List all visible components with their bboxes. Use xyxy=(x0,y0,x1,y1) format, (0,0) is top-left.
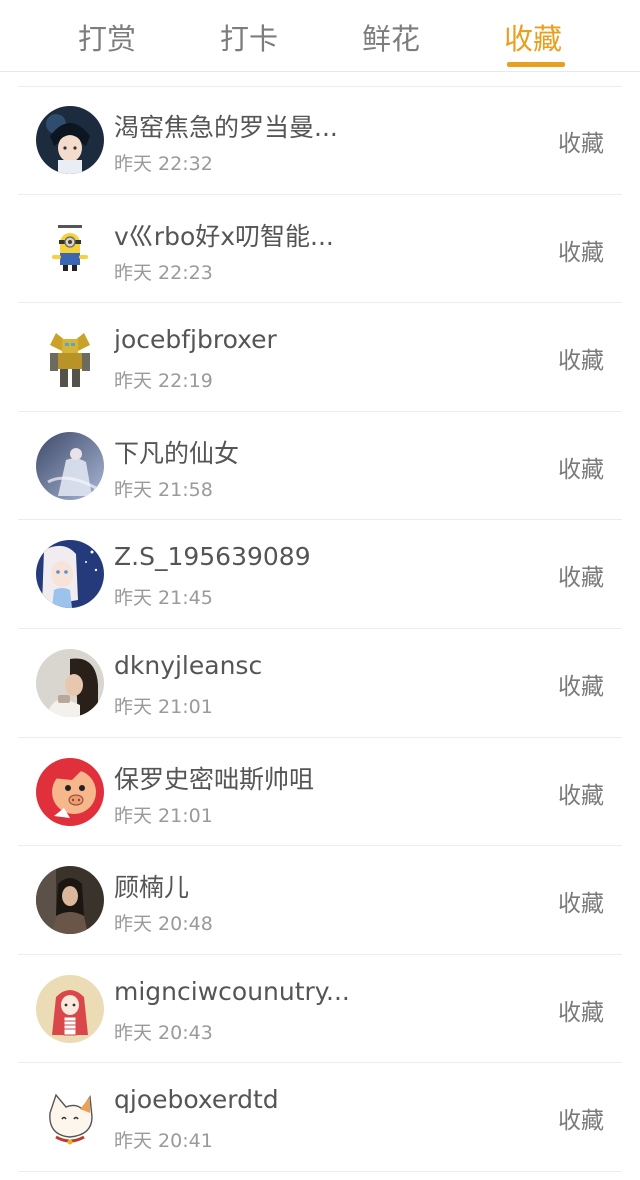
list-item[interactable]: Z.S_195639089 昨天 21:45 收藏 xyxy=(0,520,640,629)
list-item[interactable]: dknyjleansc 昨天 21:01 收藏 xyxy=(0,629,640,738)
tab-label: 鲜花 xyxy=(361,22,420,56)
user-name[interactable]: jocebfjbroxer xyxy=(114,325,374,354)
user-name[interactable]: v巛rbo好x叨智能... xyxy=(114,217,374,253)
avatar[interactable] xyxy=(36,866,104,935)
favorite-button[interactable]: 收藏 xyxy=(558,341,604,375)
timestamp: 昨天 21:45 xyxy=(114,587,213,610)
anime-boy-icon xyxy=(36,106,104,174)
timestamp: 昨天 22:19 xyxy=(114,370,213,393)
list-item[interactable]: mignciwcounutry... 昨天 20:43 收藏 xyxy=(0,955,640,1064)
list-item[interactable]: jocebfjbroxer 昨天 22:19 收藏 xyxy=(0,303,640,412)
list-item[interactable]: v巛rbo好x叨智能... 昨天 22:23 收藏 xyxy=(0,195,640,304)
timestamp: 昨天 21:58 xyxy=(114,478,213,501)
favorite-button[interactable]: 收藏 xyxy=(558,776,604,810)
user-name[interactable]: 下凡的仙女 xyxy=(114,434,374,470)
user-name[interactable]: mignciwcounutry... xyxy=(114,977,374,1006)
list-item[interactable]: 顾楠儿 昨天 20:48 收藏 xyxy=(0,846,640,955)
favorite-button[interactable]: 收藏 xyxy=(558,884,604,918)
avatar[interactable] xyxy=(36,106,104,174)
favorite-button[interactable]: 收藏 xyxy=(558,667,604,701)
avatar[interactable] xyxy=(36,323,104,392)
tab-label: 打卡 xyxy=(219,22,278,56)
divider xyxy=(18,1170,622,1172)
timestamp: 昨天 22:32 xyxy=(114,153,213,175)
timestamp: 昨天 21:01 xyxy=(114,695,213,718)
user-name[interactable]: qjoeboxerdtd xyxy=(114,1085,374,1114)
favorite-button[interactable]: 收藏 xyxy=(558,450,604,484)
fairy-icon xyxy=(36,431,104,500)
tab-checkin[interactable]: 打卡 xyxy=(194,0,304,72)
timestamp: 昨天 20:43 xyxy=(114,1021,213,1044)
princess-icon xyxy=(36,540,104,609)
timestamp: 昨天 22:23 xyxy=(114,261,213,284)
woman-photo-icon xyxy=(36,866,104,935)
timestamp: 昨天 20:48 xyxy=(114,913,213,936)
avatar[interactable] xyxy=(36,431,104,500)
favorite-button[interactable]: 收藏 xyxy=(558,993,604,1027)
user-name[interactable]: Z.S_195639089 xyxy=(114,542,374,571)
avatar[interactable] xyxy=(36,974,104,1043)
favorite-button[interactable]: 收藏 xyxy=(558,233,604,267)
girl-photo-icon xyxy=(36,648,104,717)
user-name[interactable]: 顾楠儿 xyxy=(114,868,374,904)
tab-label: 打赏 xyxy=(77,22,136,56)
user-name[interactable]: 渴窑焦急的罗当曼... xyxy=(114,108,374,144)
tab-bar: 打赏 打卡 鲜花 收藏 xyxy=(0,0,640,72)
list-item[interactable]: 渴窑焦急的罗当曼... 昨天 22:32 收藏 xyxy=(0,86,640,195)
robot-icon xyxy=(36,323,104,392)
timestamp: 昨天 20:41 xyxy=(114,1130,213,1153)
list-item[interactable]: qjoeboxerdtd 昨天 20:41 收藏 xyxy=(0,1063,640,1172)
avatar[interactable] xyxy=(36,757,104,826)
avatar[interactable] xyxy=(36,214,104,283)
user-name[interactable]: 保罗史密咄斯帅咀 xyxy=(114,760,374,796)
tab-label: 收藏 xyxy=(503,22,562,56)
avatar[interactable] xyxy=(36,648,104,717)
cat-icon xyxy=(36,1083,104,1152)
list-item[interactable]: 下凡的仙女 昨天 21:58 收藏 xyxy=(0,412,640,521)
active-tab-indicator xyxy=(507,62,565,67)
minion-icon xyxy=(36,214,104,283)
tab-reward[interactable]: 打赏 xyxy=(52,0,162,72)
user-name[interactable]: dknyjleansc xyxy=(114,651,374,680)
timestamp: 昨天 21:01 xyxy=(114,804,213,827)
avatar[interactable] xyxy=(36,540,104,609)
cartoon-pig-icon xyxy=(36,757,104,826)
favorite-button[interactable]: 收藏 xyxy=(558,124,604,158)
avatar[interactable] xyxy=(36,1083,104,1152)
tab-flowers[interactable]: 鲜花 xyxy=(336,0,446,72)
tab-favorites[interactable]: 收藏 xyxy=(478,0,588,72)
red-hair-girl-icon xyxy=(36,974,104,1043)
favorite-button[interactable]: 收藏 xyxy=(558,558,604,592)
list-item[interactable]: 保罗史密咄斯帅咀 昨天 21:01 收藏 xyxy=(0,738,640,847)
favorite-button[interactable]: 收藏 xyxy=(558,1101,604,1135)
favorites-list: 渴窑焦急的罗当曼... 昨天 22:32 收藏 v巛rbo好x叨智能... 昨天… xyxy=(0,86,640,1172)
